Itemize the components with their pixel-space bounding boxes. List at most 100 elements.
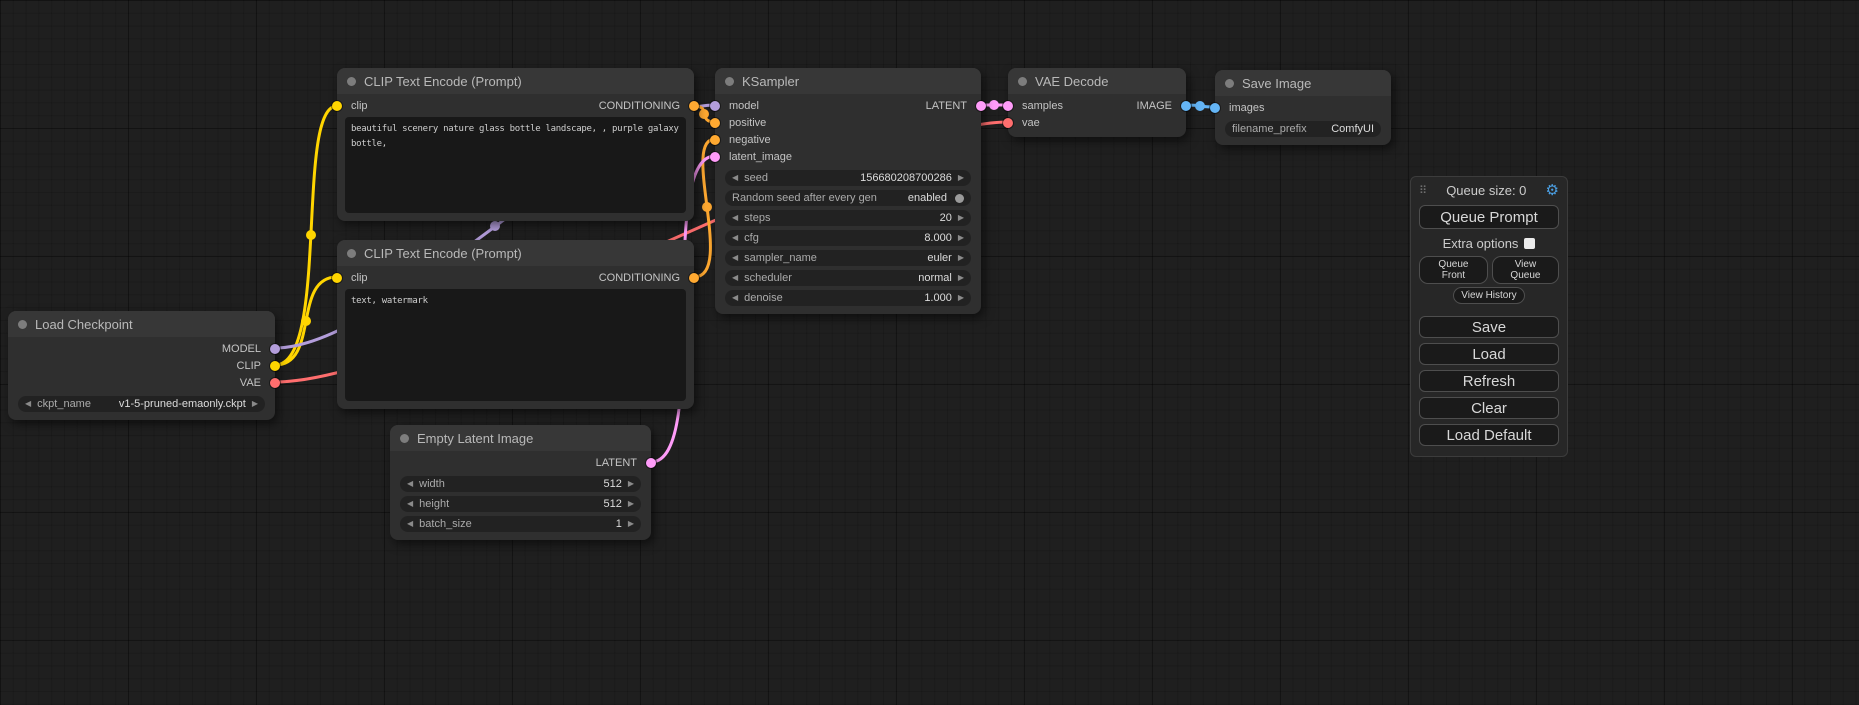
output-port-latent[interactable]: [646, 458, 656, 468]
clear-button[interactable]: Clear: [1419, 397, 1559, 419]
decrement-arrow-icon[interactable]: ◀: [407, 500, 413, 508]
increment-arrow-icon[interactable]: ▶: [958, 294, 964, 302]
node-load-checkpoint[interactable]: Load Checkpoint MODEL CLIP VAE ◀ ckpt_na…: [8, 311, 275, 420]
toggle-knob-icon[interactable]: [955, 194, 964, 203]
output-row-model: MODEL: [8, 340, 275, 357]
height-widget[interactable]: ◀ height 512 ▶: [400, 496, 641, 512]
steps-widget[interactable]: ◀ steps 20 ▶: [725, 210, 971, 226]
decrement-arrow-icon[interactable]: ◀: [407, 520, 413, 528]
input-port-images[interactable]: [1210, 103, 1220, 113]
seed-widget[interactable]: ◀ seed 156680208700286 ▶: [725, 170, 971, 186]
refresh-button[interactable]: Refresh: [1419, 370, 1559, 392]
node-ksampler[interactable]: KSampler model LATENT positive negative …: [715, 68, 981, 314]
denoise-widget[interactable]: ◀ denoise 1.000 ▶: [725, 290, 971, 306]
decrement-arrow-icon[interactable]: ◀: [732, 174, 738, 182]
load-button[interactable]: Load: [1419, 343, 1559, 365]
output-port-conditioning[interactable]: [689, 273, 699, 283]
negative-prompt-textarea[interactable]: text, watermark: [345, 289, 686, 401]
node-title: KSampler: [742, 74, 799, 89]
node-header[interactable]: Save Image: [1215, 70, 1391, 96]
increment-arrow-icon[interactable]: ▶: [958, 254, 964, 262]
queue-front-button[interactable]: Queue Front: [1419, 256, 1488, 284]
sampler-name-widget[interactable]: ◀ sampler_name euler ▶: [725, 250, 971, 266]
queue-small-buttons-row: Queue Front View Queue: [1419, 256, 1559, 284]
increment-arrow-icon[interactable]: ▶: [252, 400, 258, 408]
output-port-model[interactable]: [270, 344, 280, 354]
output-port-conditioning[interactable]: [689, 101, 699, 111]
input-port-vae[interactable]: [1003, 118, 1013, 128]
decrement-arrow-icon[interactable]: ◀: [732, 234, 738, 242]
widget-label: seed: [744, 172, 768, 184]
node-header[interactable]: CLIP Text Encode (Prompt): [337, 68, 694, 94]
increment-arrow-icon[interactable]: ▶: [628, 520, 634, 528]
save-button[interactable]: Save: [1419, 316, 1559, 338]
settings-gear-icon[interactable]: ⚙: [1546, 183, 1559, 198]
filename-prefix-widget[interactable]: filename_prefix ComfyUI: [1225, 121, 1381, 137]
increment-arrow-icon[interactable]: ▶: [958, 234, 964, 242]
widget-value: 512: [603, 478, 621, 490]
node-header[interactable]: Load Checkpoint: [8, 311, 275, 337]
link-midpoint-dot: [306, 230, 316, 240]
queue-size-label: Queue size: 0: [1431, 183, 1541, 198]
node-empty-latent-image[interactable]: Empty Latent Image LATENT ◀ width 512 ▶ …: [390, 425, 651, 540]
input-port-latent-image[interactable]: [710, 152, 720, 162]
increment-arrow-icon[interactable]: ▶: [628, 480, 634, 488]
node-clip-text-encode-positive[interactable]: CLIP Text Encode (Prompt) clip CONDITION…: [337, 68, 694, 221]
node-header[interactable]: Empty Latent Image: [390, 425, 651, 451]
output-port-clip[interactable]: [270, 361, 280, 371]
decrement-arrow-icon[interactable]: ◀: [732, 274, 738, 282]
node-header[interactable]: CLIP Text Encode (Prompt): [337, 240, 694, 266]
view-history-button[interactable]: View History: [1453, 287, 1524, 304]
load-default-button[interactable]: Load Default: [1419, 424, 1559, 446]
node-vae-decode[interactable]: VAE Decode samples IMAGE vae: [1008, 68, 1186, 137]
input-label: clip: [351, 272, 368, 284]
increment-arrow-icon[interactable]: ▶: [958, 274, 964, 282]
cfg-widget[interactable]: ◀ cfg 8.000 ▶: [725, 230, 971, 246]
input-port-samples[interactable]: [1003, 101, 1013, 111]
widget-label: batch_size: [419, 518, 472, 530]
decrement-arrow-icon[interactable]: ◀: [407, 480, 413, 488]
widget-label: filename_prefix: [1232, 123, 1307, 135]
ckpt-name-widget[interactable]: ◀ ckpt_name v1-5-pruned-emaonly.ckpt ▶: [18, 396, 265, 412]
widget-label: sampler_name: [744, 252, 817, 264]
output-port-latent[interactable]: [976, 101, 986, 111]
input-port-negative[interactable]: [710, 135, 720, 145]
positive-prompt-textarea[interactable]: beautiful scenery nature glass bottle la…: [345, 117, 686, 213]
decrement-arrow-icon[interactable]: ◀: [25, 400, 31, 408]
increment-arrow-icon[interactable]: ▶: [958, 214, 964, 222]
width-widget[interactable]: ◀ width 512 ▶: [400, 476, 641, 492]
input-port-clip[interactable]: [332, 101, 342, 111]
input-port-clip[interactable]: [332, 273, 342, 283]
output-port-vae[interactable]: [270, 378, 280, 388]
random-seed-toggle-widget[interactable]: Random seed after every gen enabled: [725, 190, 971, 206]
input-port-positive[interactable]: [710, 118, 720, 128]
input-label: positive: [729, 117, 766, 129]
output-label: IMAGE: [1137, 100, 1172, 112]
widget-label: scheduler: [744, 272, 792, 284]
node-status-icon: [1018, 77, 1027, 86]
node-clip-text-encode-negative[interactable]: CLIP Text Encode (Prompt) clip CONDITION…: [337, 240, 694, 409]
increment-arrow-icon[interactable]: ▶: [958, 174, 964, 182]
decrement-arrow-icon[interactable]: ◀: [732, 214, 738, 222]
node-header[interactable]: VAE Decode: [1008, 68, 1186, 94]
slot-row-clip-conditioning: clip CONDITIONING: [337, 269, 694, 286]
slot-row-clip-conditioning: clip CONDITIONING: [337, 97, 694, 114]
node-save-image[interactable]: Save Image images filename_prefix ComfyU…: [1215, 70, 1391, 145]
widget-label: denoise: [744, 292, 783, 304]
queue-prompt-button[interactable]: Queue Prompt: [1419, 205, 1559, 229]
decrement-arrow-icon[interactable]: ◀: [732, 254, 738, 262]
scheduler-widget[interactable]: ◀ scheduler normal ▶: [725, 270, 971, 286]
output-port-image[interactable]: [1181, 101, 1191, 111]
slot-row-samples-image: samples IMAGE: [1008, 97, 1186, 114]
node-header[interactable]: KSampler: [715, 68, 981, 94]
extra-options-checkbox[interactable]: [1524, 238, 1535, 249]
input-label: negative: [729, 134, 771, 146]
input-port-model[interactable]: [710, 101, 720, 111]
batch-size-widget[interactable]: ◀ batch_size 1 ▶: [400, 516, 641, 532]
view-queue-button[interactable]: View Queue: [1492, 256, 1559, 284]
drag-handle-icon[interactable]: ⠿: [1419, 184, 1427, 197]
increment-arrow-icon[interactable]: ▶: [628, 500, 634, 508]
decrement-arrow-icon[interactable]: ◀: [732, 294, 738, 302]
node-status-icon: [18, 320, 27, 329]
widget-value: 1: [616, 518, 622, 530]
